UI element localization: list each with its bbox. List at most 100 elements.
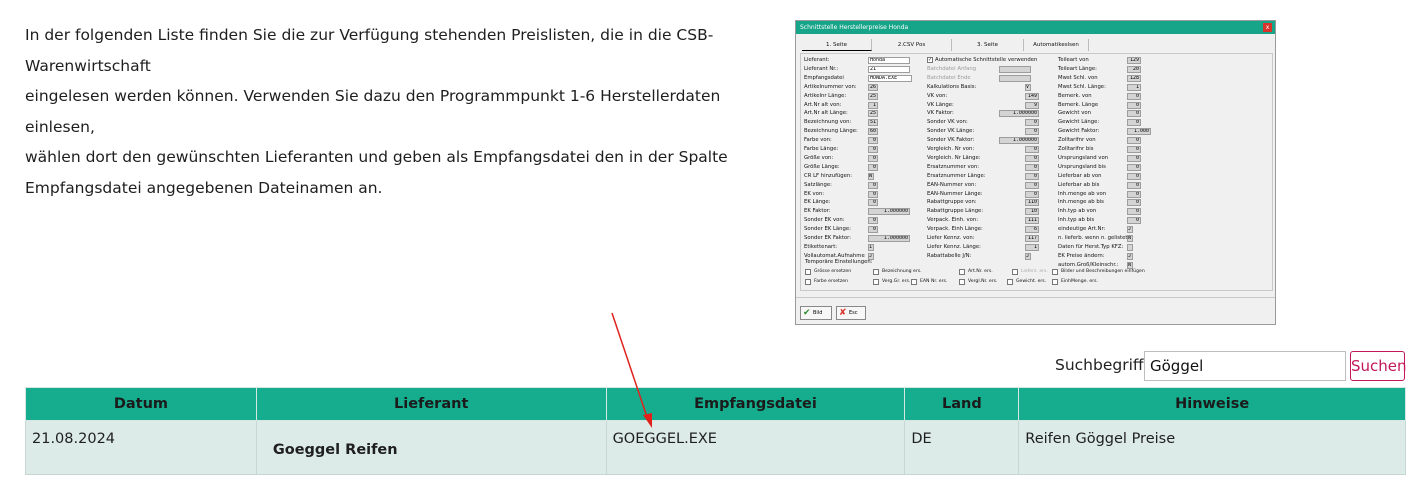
- field-value: 60: [868, 128, 878, 136]
- field-label: Bemerk. von: [1058, 92, 1092, 99]
- field-label: Automatische Schnittstelle verwenden: [935, 57, 1038, 63]
- field-value: 0: [1025, 181, 1039, 189]
- field-label: Verpack. Einh. von:: [927, 217, 979, 224]
- search-label: Suchbegriff:: [1055, 356, 1149, 374]
- field-label: Batchdatei Anfang: [927, 65, 977, 72]
- field-label: Artikelnr Länge:: [804, 92, 847, 99]
- dialog-screenshot: Schnittstelle Herstellerpreise Honda x 1…: [795, 20, 1276, 325]
- table-row: 21.08.2024 Goeggel Reifen GOEGGEL.EXE DE…: [25, 420, 1406, 475]
- field-label: Sonder VK Länge:: [927, 128, 975, 135]
- field-value: 21: [868, 65, 910, 73]
- cross-icon: ✘: [839, 308, 847, 318]
- field-label: Sonder VK von:: [927, 119, 968, 126]
- header-hinweise[interactable]: Hinweise: [1018, 387, 1406, 421]
- temp-setting-checkbox: [1012, 269, 1018, 275]
- field-value: 128: [1127, 74, 1141, 82]
- temp-setting-label: Vergl.Nr. ers.: [968, 279, 998, 284]
- field-label: Rabattabelle J/N:: [927, 252, 972, 259]
- field-label: Größe von:: [804, 154, 834, 161]
- cell-lieferant: Goeggel Reifen: [255, 420, 607, 475]
- field-label: Etikettenart:: [804, 243, 838, 250]
- temp-setting-label: Verg.Gr. ers.: [882, 279, 911, 284]
- field-value: 0: [868, 181, 878, 189]
- header-land[interactable]: Land: [904, 387, 1020, 421]
- field-value: [999, 74, 1031, 82]
- field-value: 0: [1127, 92, 1141, 100]
- field-label: EAN-Nummer Länge:: [927, 190, 983, 197]
- field-label: Zolltarifnr bis: [1058, 146, 1094, 152]
- intro-line: In der folgenden Liste finden Sie die zu…: [25, 26, 714, 75]
- field-value: [999, 65, 1031, 73]
- field-value: 0: [1025, 146, 1039, 153]
- tab-seite-1: 1. Seite: [802, 39, 872, 51]
- field-label: autom.Groß/Kleinschr.:: [1058, 261, 1119, 268]
- dialog-title: Schnittstelle Herstellerpreise Honda: [800, 24, 909, 31]
- field-value: 0: [868, 163, 878, 171]
- field-value: 0: [1127, 181, 1141, 189]
- field-label: Verpack. Einh Länge:: [927, 226, 983, 233]
- field-label: Bezeichnung Länge:: [804, 128, 858, 135]
- field-label: Lieferant Nr.:: [804, 65, 839, 72]
- field-value: 1: [1127, 83, 1141, 91]
- temp-setting-checkbox: [805, 279, 811, 285]
- field-value: 26: [868, 83, 878, 91]
- temp-setting-label: Gewicht. ers.: [1016, 279, 1047, 284]
- temp-setting-checkbox: [873, 279, 879, 285]
- field-label: Empfangsdatei: [804, 74, 844, 81]
- field-value: 1.000000: [999, 110, 1039, 118]
- field-value: 1: [868, 243, 874, 251]
- header-empfangsdatei[interactable]: Empfangsdatei: [605, 387, 906, 421]
- field-value: 9: [1025, 101, 1039, 109]
- field-value: 0: [1127, 146, 1141, 153]
- temp-setting-checkbox: [1007, 279, 1013, 285]
- field-value: N: [868, 172, 874, 180]
- header-lieferant[interactable]: Lieferant: [255, 387, 607, 421]
- intro-line: Empfangsdatei angegebenen Dateinamen an.: [25, 178, 383, 197]
- field-value: 0: [1025, 172, 1039, 180]
- header-datum[interactable]: Datum: [25, 387, 257, 421]
- temp-setting-label: EAN Nr. ers.: [920, 279, 948, 284]
- field-label: Ersatznummer von:: [927, 163, 980, 170]
- search-button[interactable]: Suchen: [1350, 351, 1407, 381]
- field-value: 1.000000: [868, 208, 910, 216]
- auto-interface-checkbox: ✓: [927, 57, 933, 63]
- temp-setting-checkbox: [805, 269, 811, 275]
- field-value: N: [1127, 261, 1133, 269]
- field-label: Liefer Kennz. von:: [927, 235, 975, 241]
- esc-button: ✘ Esc: [836, 306, 866, 320]
- field-value: HONDA.EXE: [868, 74, 912, 82]
- field-value: 51: [868, 119, 878, 127]
- field-label: Gewicht Länge:: [1058, 119, 1100, 126]
- field-label: Art.Nr alt Länge:: [804, 110, 848, 117]
- field-value: [1127, 243, 1133, 251]
- field-value: 110: [1025, 199, 1039, 207]
- field-value: 0: [1127, 172, 1141, 180]
- esc-label: Esc: [849, 310, 858, 316]
- field-value: 0: [1127, 217, 1141, 225]
- temp-setting-label: Bezeichnung ers.: [882, 269, 922, 274]
- field-value: 20: [1127, 65, 1141, 73]
- field-label: Gewicht von: [1058, 110, 1091, 117]
- field-label: Lieferant:: [804, 57, 830, 63]
- search-input[interactable]: [1144, 351, 1346, 381]
- field-label: EK Länge:: [804, 199, 831, 206]
- intro-text: In der folgenden Liste finden Sie die zu…: [25, 20, 785, 203]
- field-label: Inh.typ ab bis: [1058, 217, 1095, 224]
- field-value: 1.000000: [868, 235, 910, 242]
- field-label: Liefer Kennz. Länge:: [927, 243, 981, 250]
- field-label: EAN-Nummer von:: [927, 181, 977, 188]
- temp-setting-checkbox: [873, 269, 879, 275]
- field-value: 25: [868, 92, 878, 100]
- field-label: Vergleich. Nr Länge:: [927, 154, 981, 161]
- temp-settings-label: Temporäre Einstellungen:: [805, 259, 873, 265]
- field-value: 6: [1025, 226, 1039, 234]
- field-label: Inh.menge ab bis: [1058, 199, 1104, 206]
- field-value: 0: [1127, 110, 1141, 118]
- field-value: Honda: [868, 57, 910, 64]
- field-label: Rabattgruppe Länge:: [927, 208, 984, 215]
- field-label: Sonder EK von:: [804, 217, 845, 224]
- field-value: 1.000000: [999, 137, 1039, 145]
- cell-empfangsdatei: GOEGGEL.EXE: [605, 420, 906, 475]
- field-label: Teileart Länge:: [1058, 65, 1097, 72]
- field-value: 0: [1127, 190, 1141, 198]
